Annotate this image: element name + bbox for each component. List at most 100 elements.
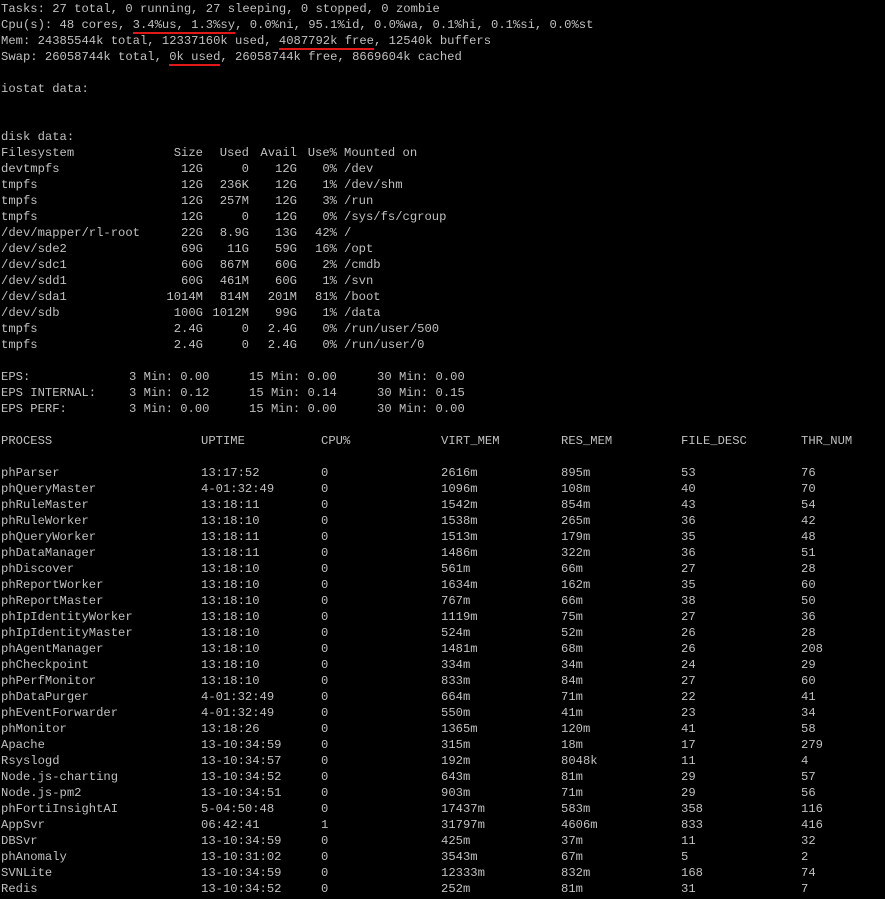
table-row: tmpfs 12G 236K 12G 1% /dev/shm bbox=[1, 177, 885, 193]
disk-size: 12G bbox=[181, 178, 203, 192]
process-uptime: 13-10:34:59 bbox=[201, 834, 282, 848]
process-thr-num: 54 bbox=[801, 498, 816, 512]
disk-header-size: Size bbox=[173, 146, 203, 160]
process-thr-num: 74 bbox=[801, 866, 816, 880]
disk-size: 60G bbox=[181, 258, 203, 272]
process-name: Apache bbox=[1, 738, 45, 752]
process-res-mem: 75m bbox=[561, 610, 583, 624]
table-row: Redis 13-10:34:52 0 252m 81m 31 7 bbox=[1, 881, 885, 897]
disk-header-used: Used bbox=[219, 146, 249, 160]
table-row: /dev/sdb 100G 1012M 99G 1% /data bbox=[1, 305, 885, 321]
eps-section: EPS: 3 Min: 0.00 15 Min: 0.00 30 Min: 0.00 E… bbox=[1, 369, 885, 417]
disk-used: 11G bbox=[227, 242, 249, 256]
process-thr-num: 7 bbox=[801, 882, 809, 896]
process-res-mem: 162m bbox=[561, 578, 591, 592]
table-row: phReportMaster 13:18:10 0 767m 66m 38 50 bbox=[1, 593, 885, 609]
process-virt-mem: 17437m bbox=[441, 802, 485, 816]
process-virt-mem: 315m bbox=[441, 738, 471, 752]
table-row: phRuleWorker 13:18:10 0 1538m 265m 36 42 bbox=[1, 513, 885, 529]
disk-use-pct: 0% bbox=[322, 338, 337, 352]
swap-line: Swap: 26058744k total, 0k used, 26058744… bbox=[1, 49, 885, 66]
process-header-virt-mem: VIRT_MEM bbox=[441, 434, 500, 448]
process-thr-num: 4 bbox=[801, 754, 809, 768]
cpu-prefix: Cpu(s): 48 cores, bbox=[1, 18, 133, 32]
disk-avail: 60G bbox=[275, 258, 297, 272]
process-file-desc: 36 bbox=[681, 514, 696, 528]
process-cpu: 0 bbox=[321, 802, 329, 816]
process-file-desc: 26 bbox=[681, 626, 696, 640]
process-cpu: 0 bbox=[321, 466, 329, 480]
disk-mount: /opt bbox=[344, 242, 374, 256]
process-cpu: 0 bbox=[321, 578, 329, 592]
process-cpu: 0 bbox=[321, 770, 329, 784]
disk-filesystem: /dev/sda1 bbox=[1, 290, 67, 304]
process-res-mem: 179m bbox=[561, 530, 591, 544]
eps-15min: 15 Min: 0.00 bbox=[249, 402, 337, 416]
disk-filesystem: tmpfs bbox=[1, 178, 38, 192]
process-virt-mem: 524m bbox=[441, 626, 471, 640]
disk-header-filesystem: Filesystem bbox=[1, 146, 75, 160]
table-row: phAgentManager 13:18:10 0 1481m 68m 26 208 bbox=[1, 641, 885, 657]
disk-filesystem: tmpfs bbox=[1, 210, 38, 224]
process-virt-mem: 1096m bbox=[441, 482, 478, 496]
process-res-mem: 120m bbox=[561, 722, 591, 736]
process-file-desc: 31 bbox=[681, 882, 696, 896]
process-cpu: 0 bbox=[321, 594, 329, 608]
process-virt-mem: 192m bbox=[441, 754, 471, 768]
table-row: DBSvr 13-10:34:59 0 425m 37m 11 32 bbox=[1, 833, 885, 849]
disk-used: 814M bbox=[219, 290, 249, 304]
mem-rest: , 12540k buffers bbox=[374, 34, 492, 48]
table-row: phCheckpoint 13:18:10 0 334m 34m 24 29 bbox=[1, 657, 885, 673]
process-file-desc: 27 bbox=[681, 674, 696, 688]
disk-used: 0 bbox=[241, 322, 249, 336]
cpu-us-sy-highlight: 3.4%us, 1.3%sy bbox=[132, 18, 236, 34]
table-row: devtmpfs 12G 0 12G 0% /dev bbox=[1, 161, 885, 177]
process-cpu: 0 bbox=[321, 626, 329, 640]
table-row: tmpfs 2.4G 0 2.4G 0% /run/user/0 bbox=[1, 337, 885, 353]
process-uptime: 13:18:10 bbox=[201, 514, 260, 528]
process-uptime: 13-10:31:02 bbox=[201, 850, 282, 864]
process-name: phEventForwarder bbox=[1, 706, 119, 720]
process-name: phAnomaly bbox=[1, 850, 67, 864]
disk-avail: 12G bbox=[275, 178, 297, 192]
table-row: phAnomaly 13-10:31:02 0 3543m 67m 5 2 bbox=[1, 849, 885, 865]
process-thr-num: 70 bbox=[801, 482, 816, 496]
process-file-desc: 5 bbox=[681, 850, 689, 864]
process-thr-num: 2 bbox=[801, 850, 809, 864]
disk-used: 236K bbox=[219, 178, 249, 192]
disk-mount: /cmdb bbox=[344, 258, 381, 272]
disk-size: 22G bbox=[181, 226, 203, 240]
process-virt-mem: 252m bbox=[441, 882, 471, 896]
disk-mount: / bbox=[344, 226, 352, 240]
disk-use-pct: 42% bbox=[315, 226, 337, 240]
process-uptime: 13:18:11 bbox=[201, 530, 260, 544]
table-row: phQueryWorker 13:18:11 0 1513m 179m 35 48 bbox=[1, 529, 885, 545]
process-res-mem: 34m bbox=[561, 658, 583, 672]
table-row: Apache 13-10:34:59 0 315m 18m 17 279 bbox=[1, 737, 885, 753]
process-virt-mem: 1486m bbox=[441, 546, 478, 560]
process-thr-num: 208 bbox=[801, 642, 823, 656]
process-thr-num: 57 bbox=[801, 770, 816, 784]
terminal-output: Tasks: 27 total, 0 running, 27 sleeping,… bbox=[1, 1, 885, 897]
eps-30min: 30 Min: 0.00 bbox=[377, 370, 465, 384]
process-cpu: 0 bbox=[321, 546, 329, 560]
process-table-body: phParser 13:17:52 0 2616m 895m 53 76 phQueryMas… bbox=[1, 465, 885, 897]
process-cpu: 0 bbox=[321, 498, 329, 512]
process-file-desc: 17 bbox=[681, 738, 696, 752]
process-header-uptime: UPTIME bbox=[201, 434, 245, 448]
process-cpu: 0 bbox=[321, 514, 329, 528]
process-virt-mem: 1513m bbox=[441, 530, 478, 544]
process-file-desc: 11 bbox=[681, 754, 696, 768]
process-cpu: 0 bbox=[321, 482, 329, 496]
disk-size: 1014M bbox=[166, 290, 203, 304]
process-cpu: 0 bbox=[321, 690, 329, 704]
disk-avail: 2.4G bbox=[267, 322, 297, 336]
process-thr-num: 76 bbox=[801, 466, 816, 480]
disk-header-mounted-on: Mounted on bbox=[344, 146, 418, 160]
disk-mount: /boot bbox=[344, 290, 381, 304]
process-file-desc: 38 bbox=[681, 594, 696, 608]
disk-size: 69G bbox=[181, 242, 203, 256]
process-virt-mem: 334m bbox=[441, 658, 471, 672]
disk-avail: 59G bbox=[275, 242, 297, 256]
